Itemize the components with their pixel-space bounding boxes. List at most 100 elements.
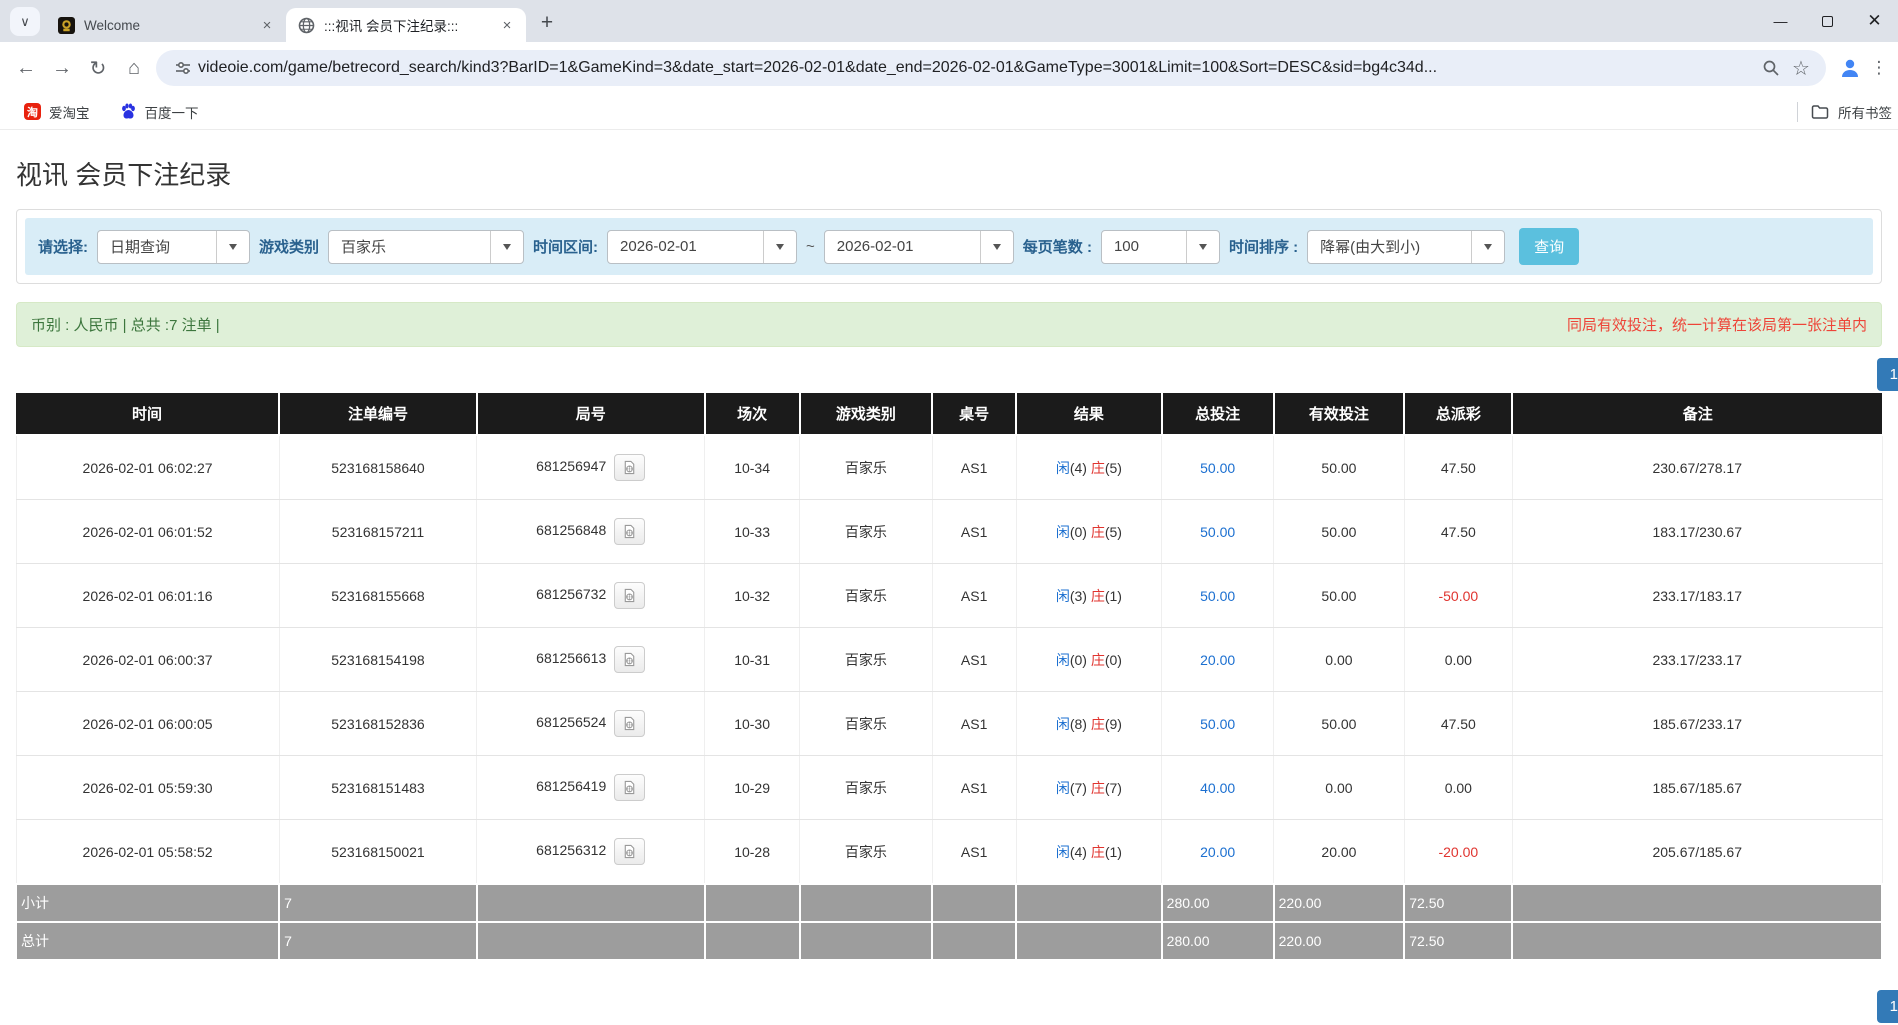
column-header: 时间 bbox=[16, 393, 281, 436]
tab-search-chevron-icon[interactable]: ∨ bbox=[10, 7, 40, 36]
total-bet-link[interactable]: 40.00 bbox=[1200, 780, 1235, 796]
bet-time-cell: 2026-02-01 06:02:27 bbox=[15, 435, 280, 500]
game-kind-dropdown[interactable]: 百家乐 bbox=[328, 229, 525, 264]
valid-bet-cell: 50.00 bbox=[1273, 563, 1405, 628]
address-bar[interactable]: videoie.com/game/betrecord_search/kind3?… bbox=[156, 50, 1826, 86]
footer-cell: 小计 bbox=[14, 883, 281, 923]
bet-time-cell: 2026-02-01 06:01:16 bbox=[15, 563, 280, 628]
search-button[interactable]: 查询 bbox=[1519, 228, 1580, 265]
footer-cell: 220.00 bbox=[1272, 921, 1406, 961]
result-banker-count: (9) bbox=[1104, 715, 1122, 732]
all-bookmarks-label[interactable]: 所有书签 bbox=[1838, 102, 1892, 122]
date-end-dropdown[interactable]: 2026-02-01 bbox=[823, 229, 1014, 264]
result-player-count: (3) bbox=[1069, 587, 1087, 604]
result-banker-count: (7) bbox=[1104, 779, 1122, 796]
bookmark-baidu[interactable]: 百度一下 bbox=[112, 98, 207, 126]
filter-panel: 请选择: 日期查询 游戏类别 百家乐 时间区间: 2026-02-01 ~ 20… bbox=[16, 209, 1882, 284]
tab-close-icon[interactable]: × bbox=[498, 16, 516, 34]
result-banker-count: (0) bbox=[1104, 651, 1122, 668]
window-minimize-button[interactable]: — bbox=[1757, 0, 1804, 42]
page-number-button[interactable]: 1 bbox=[1876, 358, 1898, 391]
new-tab-button[interactable]: + bbox=[532, 8, 562, 38]
video-replay-button[interactable] bbox=[614, 710, 646, 737]
window-maximize-button[interactable] bbox=[1804, 0, 1851, 42]
total-bet-link[interactable]: 50.00 bbox=[1200, 716, 1235, 732]
payout-cell: 0.00 bbox=[1404, 627, 1513, 692]
footer-cell bbox=[1015, 921, 1163, 961]
bet-id-cell: 523168152836 bbox=[279, 691, 478, 756]
result-player: 闲 bbox=[1055, 523, 1070, 540]
column-header: 注单编号 bbox=[279, 393, 478, 436]
bet-id-cell: 523168157211 bbox=[279, 499, 478, 564]
column-header: 桌号 bbox=[932, 393, 1018, 436]
video-replay-button[interactable] bbox=[614, 518, 646, 545]
total-bet-link[interactable]: 50.00 bbox=[1200, 588, 1235, 604]
date-start-dropdown[interactable]: 2026-02-01 bbox=[607, 229, 798, 264]
footer-cell bbox=[475, 921, 706, 961]
reload-icon[interactable]: ↻ bbox=[80, 50, 116, 86]
bookmark-taobao[interactable]: 淘 爱淘宝 bbox=[16, 98, 98, 126]
total-bet-link[interactable]: 20.00 bbox=[1200, 652, 1235, 668]
tab-close-icon[interactable]: × bbox=[258, 16, 276, 34]
tab-welcome[interactable]: Welcome × bbox=[46, 8, 286, 42]
bookmarks-bar: 淘 爱淘宝 百度一下 所有书签 bbox=[0, 94, 1898, 130]
total-bet-cell: 50.00 bbox=[1161, 563, 1275, 628]
footer-cell bbox=[931, 921, 1018, 961]
video-replay-button[interactable] bbox=[614, 454, 646, 481]
result-player-count: (7) bbox=[1069, 779, 1087, 796]
result-cell: 闲(8) 庄(9) bbox=[1016, 691, 1163, 756]
date-range-label: 时间区间: bbox=[533, 239, 599, 256]
video-replay-button[interactable] bbox=[614, 774, 646, 801]
query-type-value: 日期查询 bbox=[110, 239, 171, 256]
bookmark-star-icon[interactable]: ☆ bbox=[1786, 53, 1816, 83]
session-cell: 10-32 bbox=[704, 563, 801, 628]
sort-dropdown[interactable]: 降幂(由大到小) bbox=[1307, 229, 1506, 264]
chevron-down-icon[interactable] bbox=[1185, 230, 1219, 263]
browser-menu-icon[interactable]: ⋮ bbox=[1868, 50, 1890, 86]
per-page-dropdown[interactable]: 100 bbox=[1100, 229, 1220, 264]
per-page-label: 每页笔数 : bbox=[1022, 239, 1092, 256]
tab-bet-record[interactable]: :::视讯 会员下注纪录::: × bbox=[286, 8, 526, 42]
video-replay-button[interactable] bbox=[614, 582, 646, 609]
chevron-down-icon[interactable] bbox=[216, 230, 249, 263]
profile-avatar-icon[interactable] bbox=[1832, 50, 1868, 86]
game-kind-cell: 百家乐 bbox=[799, 691, 933, 756]
total-bet-link[interactable]: 20.00 bbox=[1200, 844, 1235, 860]
home-icon[interactable]: ⌂ bbox=[116, 50, 152, 86]
url-text[interactable]: videoie.com/game/betrecord_search/kind3?… bbox=[198, 59, 1756, 77]
table-row: 2026-02-01 06:01:52 523168157211 681256848… bbox=[15, 499, 1883, 564]
chevron-down-icon[interactable] bbox=[490, 230, 523, 263]
chevron-down-icon[interactable] bbox=[1471, 230, 1504, 263]
sort-value: 降幂(由大到小) bbox=[1320, 239, 1421, 256]
folder-icon bbox=[1811, 104, 1829, 119]
session-cell: 10-30 bbox=[704, 691, 801, 756]
select-label: 请选择: bbox=[38, 239, 88, 256]
footer-cell bbox=[931, 883, 1018, 923]
game-kind-value: 百家乐 bbox=[341, 239, 387, 256]
total-bet-cell: 50.00 bbox=[1161, 499, 1275, 564]
site-settings-icon[interactable] bbox=[168, 53, 198, 83]
page-number-button[interactable]: 1 bbox=[1876, 990, 1898, 1023]
sort-label: 时间排序 : bbox=[1228, 239, 1299, 256]
chevron-down-icon[interactable] bbox=[979, 230, 1013, 263]
total-bet-cell: 40.00 bbox=[1161, 755, 1275, 820]
result-banker: 庄 bbox=[1090, 459, 1105, 476]
payout-cell: 47.50 bbox=[1404, 691, 1513, 756]
query-type-dropdown[interactable]: 日期查询 bbox=[97, 229, 250, 264]
total-bet-link[interactable]: 50.00 bbox=[1200, 524, 1235, 540]
video-replay-button[interactable] bbox=[614, 838, 646, 865]
result-player-count: (8) bbox=[1069, 715, 1087, 732]
column-header: 场次 bbox=[704, 393, 801, 436]
zoom-magnifier-icon[interactable] bbox=[1756, 53, 1786, 83]
total-bet-link[interactable]: 50.00 bbox=[1200, 460, 1235, 476]
chevron-down-icon[interactable] bbox=[763, 230, 796, 263]
window-close-button[interactable]: ✕ bbox=[1851, 0, 1898, 42]
result-banker: 庄 bbox=[1090, 523, 1105, 540]
video-replay-button[interactable] bbox=[614, 646, 646, 673]
bet-time-cell: 2026-02-01 06:01:52 bbox=[15, 499, 280, 564]
back-icon[interactable]: ← bbox=[8, 50, 44, 86]
forward-icon[interactable]: → bbox=[44, 50, 80, 86]
taobao-icon: 淘 bbox=[24, 103, 41, 120]
round-id-cell: 681256419 bbox=[476, 755, 706, 820]
game-kind-cell: 百家乐 bbox=[799, 819, 933, 885]
